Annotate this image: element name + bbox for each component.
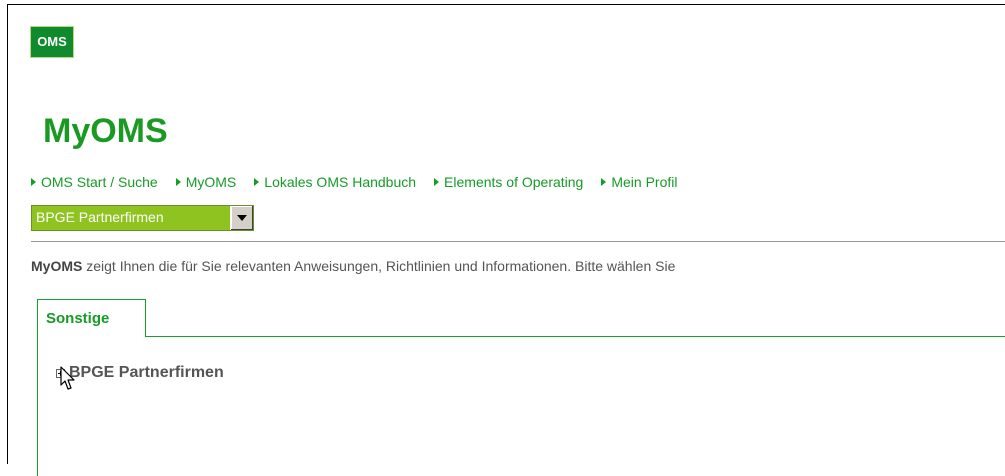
- oms-logo[interactable]: OMS: [30, 26, 74, 58]
- arrow-right-icon: [601, 178, 607, 186]
- arrow-right-icon: [434, 178, 440, 186]
- nav-item-lokales-handbuch[interactable]: Lokales OMS Handbuch: [254, 174, 416, 190]
- tree-item-bpge-partnerfirmen[interactable]: BPGE Partnerfirmen: [56, 364, 224, 382]
- partner-select-value: BPGE Partnerfirmen: [32, 206, 230, 230]
- nav-item-oms-start[interactable]: OMS Start / Suche: [31, 174, 158, 190]
- arrow-right-icon: [175, 178, 181, 186]
- divider: [31, 241, 1005, 242]
- nav-item-mein-profil[interactable]: Mein Profil: [601, 174, 677, 190]
- nav-item-label: Mein Profil: [611, 174, 678, 190]
- arrow-right-icon: [254, 178, 260, 186]
- nav-item-myoms[interactable]: MyOMS: [175, 174, 237, 190]
- intro-bold: MyOMS: [31, 258, 83, 274]
- intro-rest: zeigt Ihnen die für Sie relevanten Anwei…: [82, 258, 676, 274]
- dropdown-button[interactable]: [230, 206, 253, 230]
- main-nav: OMS Start / Suche MyOMS Lokales OMS Hand…: [31, 174, 695, 190]
- chevron-down-icon: [237, 215, 247, 221]
- tab-sonstige[interactable]: Sonstige: [37, 299, 146, 337]
- nav-item-label: OMS Start / Suche: [41, 174, 158, 190]
- arrow-right-icon: [31, 178, 36, 186]
- intro-text: MyOMS zeigt Ihnen die für Sie relevanten…: [31, 258, 675, 274]
- page-title: MyOMS: [43, 112, 168, 150]
- mouse-pointer-icon: [60, 366, 75, 390]
- nav-item-label: MyOMS: [185, 174, 237, 190]
- partner-select[interactable]: BPGE Partnerfirmen: [31, 205, 254, 231]
- tree-item-label: BPGE Partnerfirmen: [69, 364, 224, 381]
- nav-item-elements-of-operating[interactable]: Elements of Operating: [434, 174, 583, 190]
- nav-item-label: Elements of Operating: [444, 174, 584, 190]
- tab-panel: [37, 336, 1005, 476]
- tab-label: Sonstige: [46, 310, 110, 327]
- nav-item-label: Lokales OMS Handbuch: [264, 174, 417, 190]
